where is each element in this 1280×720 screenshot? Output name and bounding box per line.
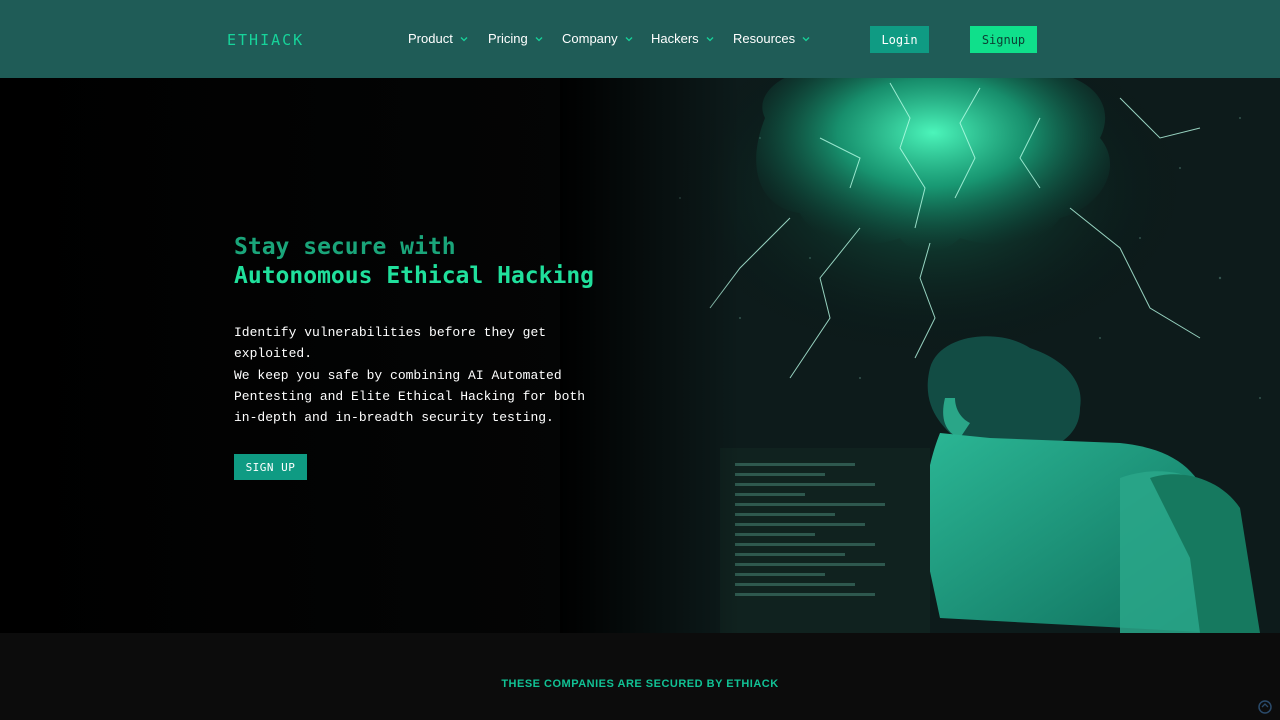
nav-item-pricing[interactable]: Pricing: [488, 31, 544, 46]
hero-paragraph-1: Identify vulnerabilities before they get…: [234, 325, 547, 361]
chevron-down-icon: [625, 36, 633, 41]
nav-item-label: Resources: [733, 31, 796, 46]
clients-heading: THESE COMPANIES ARE SECURED BY ETHIACK: [501, 678, 779, 690]
hero-section: Stay secure with Autonomous Ethical Hack…: [0, 78, 1280, 633]
hero-title: Stay secure with Autonomous Ethical Hack…: [234, 233, 594, 291]
nav-item-resources[interactable]: Resources: [733, 31, 811, 46]
chevron-down-icon: [535, 36, 543, 41]
login-button[interactable]: Login: [870, 26, 929, 53]
hero-title-line1: Stay secure with: [234, 234, 456, 260]
hero-signup-button[interactable]: SIGN UP: [234, 454, 307, 480]
clients-band: THESE COMPANIES ARE SECURED BY ETHIACK: [0, 633, 1280, 720]
chevron-down-icon: [460, 36, 468, 41]
chevron-down-icon: [706, 36, 714, 41]
ethiack-logo[interactable]: ETHIACK: [227, 31, 304, 49]
chevron-down-icon: [802, 36, 810, 41]
recaptcha-icon: [1258, 700, 1272, 714]
nav-item-label: Company: [562, 31, 618, 46]
nav-item-product[interactable]: Product: [408, 31, 469, 46]
nav-item-label: Product: [408, 31, 453, 46]
nav-item-label: Pricing: [488, 31, 528, 46]
nav-item-label: Hackers: [651, 31, 699, 46]
signup-button[interactable]: Signup: [970, 26, 1037, 53]
hero-paragraph-2: We keep you safe by combining AI Automat…: [234, 368, 586, 425]
hacker-brain-illustration: [560, 78, 1280, 633]
hero-title-line2: Autonomous Ethical Hacking: [234, 263, 595, 289]
nav-item-hackers[interactable]: Hackers: [651, 31, 715, 46]
nav-item-company[interactable]: Company: [562, 31, 634, 46]
top-navbar: ETHIACK Product Pricing Company Hackers …: [0, 0, 1280, 78]
recaptcha-badge[interactable]: [1258, 700, 1272, 714]
